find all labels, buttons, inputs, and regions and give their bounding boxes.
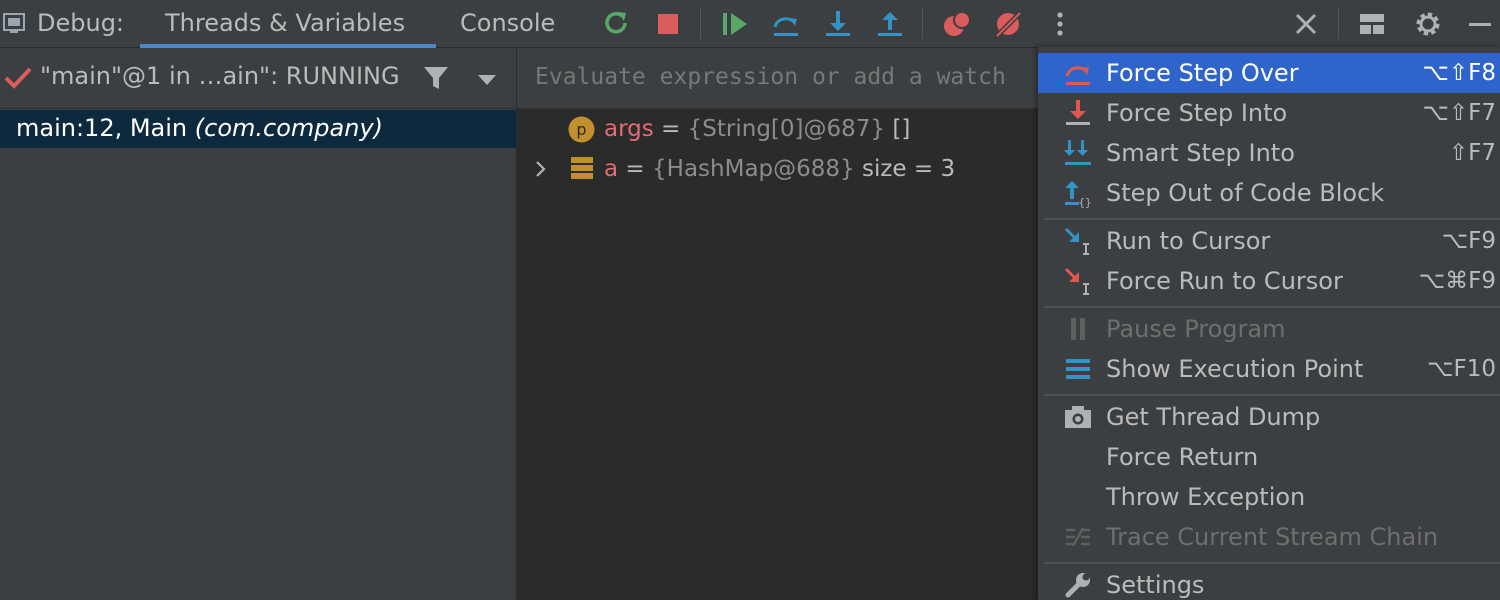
- menu-item-shortcut: ⌥⌘F9: [1418, 268, 1496, 294]
- frame-package: (com.company): [194, 114, 384, 142]
- menu-item-force-step-over[interactable]: Force Step Over ⌥⇧F8: [1038, 53, 1500, 93]
- menu-item-label: Run to Cursor: [1106, 227, 1271, 255]
- menu-item-shortcut: ⌥F9: [1441, 228, 1496, 254]
- toolbar-separator: [1338, 7, 1339, 39]
- variable-row[interactable]: a = {HashMap@688} size = 3: [517, 151, 1038, 189]
- menu-item-shortcut: ⇧F7: [1448, 140, 1496, 166]
- step-out-code-block-icon: {}: [1062, 177, 1094, 209]
- variable-extra: size = 3: [854, 156, 956, 182]
- menu-item-throw-exception[interactable]: Throw Exception: [1038, 477, 1500, 517]
- menu-item-label: Trace Current Stream Chain: [1106, 523, 1439, 551]
- toolbar-separator: [700, 7, 701, 39]
- menu-item-smart-step-into[interactable]: Smart Step Into ⇧F7: [1038, 133, 1500, 173]
- thread-selector[interactable]: "main"@1 in …ain": RUNNING: [0, 48, 516, 109]
- menu-item-settings[interactable]: Settings: [1038, 565, 1500, 600]
- param-icon: p: [568, 116, 595, 143]
- filter-icon[interactable]: [422, 64, 450, 92]
- resume-icon[interactable]: [719, 8, 751, 40]
- menu-item-label: Force Return: [1106, 443, 1259, 471]
- smart-step-into-icon: [1062, 137, 1094, 169]
- minimize-icon[interactable]: [1464, 8, 1496, 40]
- step-over-icon[interactable]: [770, 8, 802, 40]
- wrench-icon: [1062, 569, 1094, 600]
- layout-icon[interactable]: [1356, 8, 1388, 40]
- step-out-icon[interactable]: [874, 8, 906, 40]
- menu-separator: [1044, 306, 1500, 308]
- frame-row[interactable]: main:12, Main (com.company): [0, 110, 516, 148]
- menu-item-shortcut: ⌥⇧F8: [1422, 60, 1496, 86]
- menu-item-get-thread-dump[interactable]: Get Thread Dump: [1038, 397, 1500, 437]
- menu-item-run-to-cursor[interactable]: Run to Cursor ⌥F9: [1038, 221, 1500, 261]
- tab-console[interactable]: Console: [460, 0, 555, 47]
- svg-text:p: p: [576, 120, 586, 139]
- chevron-down-icon[interactable]: [476, 72, 498, 86]
- variable-value: {String[0]@687}: [687, 116, 886, 142]
- camera-icon: [1062, 401, 1094, 433]
- menu-item-pause-program: Pause Program: [1038, 309, 1500, 349]
- stream-chain-icon: [1062, 521, 1094, 553]
- menu-item-force-step-into[interactable]: Force Step Into ⌥⇧F7: [1038, 93, 1500, 133]
- show-execution-point-icon: [1062, 353, 1094, 385]
- svg-text:{}: {}: [1078, 196, 1091, 208]
- rerun-icon[interactable]: [601, 8, 633, 40]
- variable-row[interactable]: p args = {String[0]@687} []: [517, 111, 1038, 149]
- variable-equals: =: [618, 156, 653, 182]
- view-breakpoints-icon[interactable]: [941, 8, 973, 40]
- menu-item-shortcut: ⌥F10: [1427, 356, 1496, 382]
- menu-item-force-run-to-cursor[interactable]: Force Run to Cursor ⌥⌘F9: [1038, 261, 1500, 301]
- tab-threads-variables[interactable]: Threads & Variables: [165, 0, 405, 47]
- more-icon[interactable]: [1044, 8, 1076, 40]
- variable-value: {HashMap@688}: [652, 156, 855, 182]
- run-to-cursor-icon: [1062, 225, 1094, 257]
- checkmark-icon: [4, 66, 32, 90]
- mute-breakpoints-icon[interactable]: [992, 8, 1024, 40]
- variable-name: args: [604, 116, 654, 142]
- gear-icon[interactable]: [1412, 8, 1444, 40]
- menu-item-shortcut: ⌥⇧F7: [1422, 100, 1496, 126]
- menu-item-label: Throw Exception: [1106, 483, 1306, 511]
- debug-label: Debug:: [37, 9, 125, 37]
- variable-extra: []: [885, 116, 911, 142]
- frame-method: main:12, Main: [16, 114, 188, 142]
- evaluate-expression-field[interactable]: Evaluate expression or add a watch: [517, 48, 1038, 109]
- force-step-into-icon: [1062, 97, 1094, 129]
- force-step-over-icon: [1062, 57, 1094, 89]
- menu-item-label: Get Thread Dump: [1106, 403, 1321, 431]
- close-icon[interactable]: [1290, 8, 1322, 40]
- debug-actions-menu: Force Step Over ⌥⇧F8 Force Step Into ⌥⇧F…: [1038, 47, 1500, 600]
- field-icon: [571, 156, 593, 180]
- menu-item-label: Show Execution Point: [1106, 355, 1364, 383]
- debug-window-icon: [2, 10, 28, 36]
- force-run-to-cursor-icon: [1062, 265, 1094, 297]
- menu-item-label: Force Run to Cursor: [1106, 267, 1343, 295]
- menu-item-label: Force Step Over: [1106, 59, 1299, 87]
- pause-icon: [1062, 313, 1094, 345]
- menu-item-label: Pause Program: [1106, 315, 1286, 343]
- toolbar-separator: [922, 7, 923, 39]
- menu-separator: [1044, 562, 1500, 564]
- variable-equals: =: [653, 116, 688, 142]
- menu-separator: [1044, 394, 1500, 396]
- menu-item-label: Smart Step Into: [1106, 139, 1295, 167]
- thread-name: "main"@1 in …ain": RUNNING: [40, 62, 400, 90]
- step-into-icon[interactable]: [822, 8, 854, 40]
- menu-item-trace-current-stream-chain: Trace Current Stream Chain: [1038, 517, 1500, 557]
- menu-separator: [1044, 218, 1500, 220]
- variable-name: a: [604, 156, 619, 182]
- stop-icon[interactable]: [652, 8, 684, 40]
- menu-item-force-return[interactable]: Force Return: [1038, 437, 1500, 477]
- evaluate-placeholder: Evaluate expression or add a watch: [535, 64, 1006, 90]
- menu-item-step-out-of-code-block[interactable]: {} Step Out of Code Block: [1038, 173, 1500, 213]
- expand-arrow-icon[interactable]: [533, 159, 549, 179]
- menu-item-label: Force Step Into: [1106, 99, 1288, 127]
- menu-item-label: Settings: [1106, 571, 1205, 599]
- menu-item-label: Step Out of Code Block: [1106, 179, 1385, 207]
- menu-item-show-execution-point[interactable]: Show Execution Point ⌥F10: [1038, 349, 1500, 389]
